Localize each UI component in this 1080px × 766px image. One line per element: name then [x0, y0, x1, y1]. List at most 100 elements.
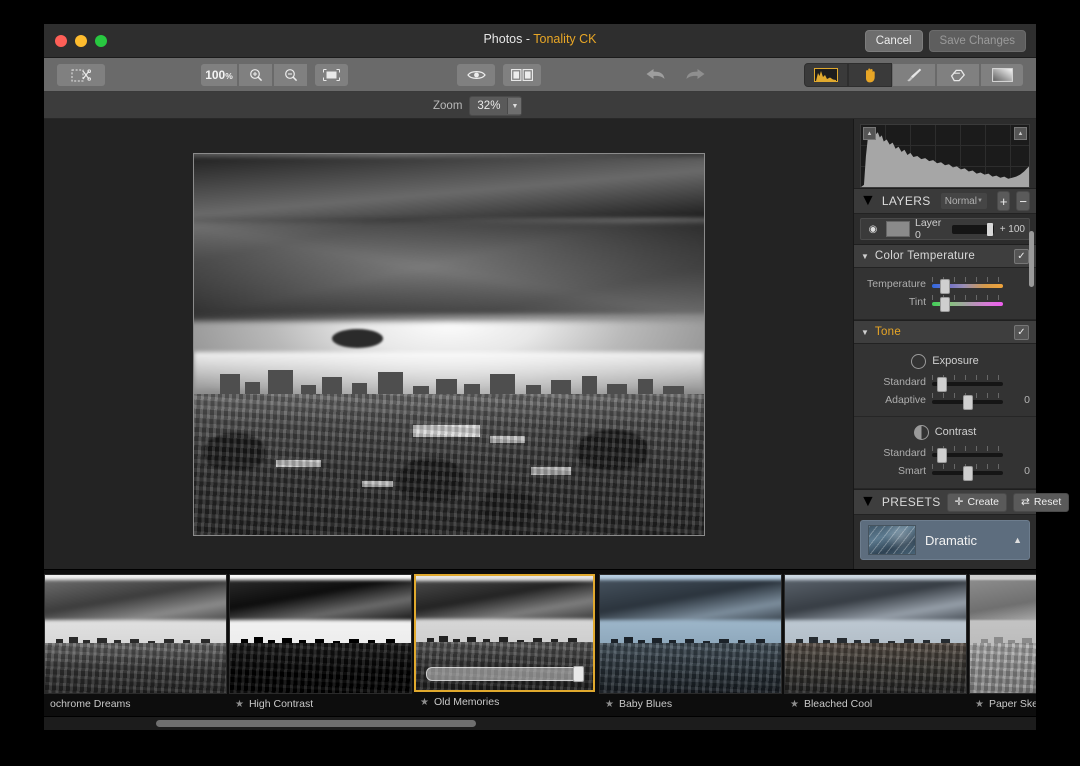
- exposure-standard-row: Standard: [854, 373, 1036, 392]
- preset-thumb-baby-blues[interactable]: ★ Baby Blues: [599, 574, 782, 714]
- contrast-standard-slider[interactable]: [932, 446, 1003, 463]
- panel-scrollbar[interactable]: [1029, 231, 1034, 287]
- edited-photo[interactable]: [193, 152, 705, 536]
- preset-thumb-old-memories[interactable]: ★ Old Memories: [414, 574, 595, 714]
- exposure-standard-slider[interactable]: [932, 375, 1003, 392]
- preset-name: Old Memories: [433, 696, 500, 708]
- chevron-down-icon: ▼: [507, 98, 522, 114]
- presets-header[interactable]: ▼ PRESETS ✛ Create ⇄ Reset: [854, 489, 1070, 515]
- preset-name: High Contrast: [248, 698, 314, 710]
- blend-mode-select[interactable]: Normal ▼: [939, 192, 988, 210]
- plus-icon: ✛: [954, 496, 964, 508]
- preview-toggle-button[interactable]: [456, 63, 496, 87]
- color-temperature-header[interactable]: ▼ Color Temperature ✓: [854, 244, 1036, 268]
- temperature-slider[interactable]: [932, 277, 1003, 294]
- filmstrip-track: ochrome Dreams ★ High Contrast ★ Old Mem…: [44, 574, 1036, 714]
- histogram-panel-button[interactable]: [804, 63, 848, 87]
- eraser-tool-button[interactable]: [936, 63, 980, 87]
- title-bar-actions: Cancel Save Changes: [864, 30, 1026, 52]
- reset-preset-button[interactable]: ⇄ Reset: [1013, 492, 1070, 512]
- zoom-in-button[interactable]: [238, 63, 273, 87]
- refresh-icon: ⇄: [1021, 496, 1030, 508]
- add-layer-button[interactable]: +: [996, 191, 1011, 211]
- preset-category-row[interactable]: Dramatic ▲: [860, 520, 1030, 560]
- preset-thumb-paper-sketch[interactable]: ★ Paper Sketch: [969, 574, 1036, 714]
- undo-button[interactable]: [635, 63, 675, 85]
- zoom-100-button[interactable]: 100%: [200, 63, 238, 87]
- tint-slider[interactable]: [932, 295, 1003, 312]
- temperature-label: Temperature: [867, 278, 926, 290]
- tone-header[interactable]: ▼ Tone ✓: [854, 320, 1036, 344]
- exposure-subheader: Exposure: [854, 351, 1036, 371]
- preset-name: Bleached Cool: [803, 698, 873, 710]
- preset-category-name: Dramatic: [925, 532, 978, 548]
- color-temperature-title: Color Temperature: [874, 250, 976, 262]
- chevron-up-icon[interactable]: ▲: [1013, 535, 1022, 545]
- cancel-button[interactable]: Cancel: [864, 30, 923, 52]
- exposure-adaptive-slider[interactable]: [932, 393, 1003, 410]
- layer-row[interactable]: ◉ Layer 0 + 100: [860, 217, 1030, 241]
- layer-opacity-slider[interactable]: [952, 222, 994, 236]
- shadow-clipping-indicator[interactable]: ▲: [863, 127, 876, 140]
- preset-thumbnail[interactable]: [44, 574, 227, 694]
- preset-thumbnail[interactable]: [414, 574, 595, 692]
- eye-icon[interactable]: ◉: [865, 224, 881, 235]
- zoom-100-suffix: %: [225, 71, 233, 81]
- exposure-adaptive-value: 0: [1024, 394, 1030, 406]
- tone-checkbox[interactable]: ✓: [1014, 324, 1029, 340]
- app-name: Photos: [483, 32, 523, 46]
- star-icon[interactable]: ★: [420, 697, 429, 708]
- image-canvas[interactable]: [44, 119, 854, 569]
- compare-view-button[interactable]: [502, 63, 542, 87]
- preset-thumb-monochrome-dreams[interactable]: ochrome Dreams: [44, 574, 227, 714]
- preset-thumbnail[interactable]: [784, 574, 967, 694]
- hand-tool-button[interactable]: [848, 63, 892, 87]
- eraser-tool-icon: [950, 69, 965, 81]
- preset-caption: ochrome Dreams: [44, 694, 225, 714]
- undo-arrow-icon: [646, 69, 664, 79]
- zoom-label: Zoom: [433, 100, 463, 112]
- zoom-level-value: 32%: [477, 100, 501, 112]
- preset-caption: ★ Bleached Cool: [784, 694, 965, 714]
- layers-title: LAYERS: [881, 194, 931, 208]
- zoom-level-select[interactable]: 32% ▼: [469, 96, 523, 116]
- crop-tool-button[interactable]: [56, 63, 106, 87]
- zoom-bar: Zoom 32% ▼: [44, 92, 1036, 119]
- highlight-clipping-indicator[interactable]: ▲: [1014, 127, 1027, 140]
- triangle-down-icon: ▼: [860, 192, 876, 209]
- tone-body: Exposure Standard Adaptive 0 Contrast St…: [854, 344, 1036, 489]
- star-icon[interactable]: ★: [790, 699, 799, 710]
- tone-title: Tone: [874, 326, 902, 338]
- preset-thumb-high-contrast[interactable]: ★ High Contrast: [229, 574, 412, 714]
- remove-layer-button[interactable]: −: [1016, 191, 1030, 211]
- gradient-tool-button[interactable]: [980, 63, 1024, 87]
- brush-tool-button[interactable]: [892, 63, 936, 87]
- contrast-smart-slider[interactable]: [932, 464, 1003, 481]
- preset-category-thumbnail: [868, 525, 916, 555]
- preset-thumb-bleached-cool[interactable]: ★ Bleached Cool: [784, 574, 967, 714]
- star-icon[interactable]: ★: [605, 699, 614, 710]
- preset-caption: ★ High Contrast: [229, 694, 410, 714]
- tint-row: Tint: [854, 293, 1036, 312]
- exposure-adaptive-label: Adaptive: [885, 394, 926, 406]
- create-preset-button[interactable]: ✛ Create: [946, 492, 1007, 512]
- preset-intensity-slider[interactable]: [426, 666, 584, 682]
- preset-thumbnail[interactable]: [969, 574, 1036, 694]
- redo-button[interactable]: [675, 63, 715, 85]
- zoom-out-button[interactable]: [273, 63, 308, 87]
- preset-thumbnail[interactable]: [599, 574, 782, 694]
- preset-thumbnail[interactable]: [229, 574, 412, 694]
- color-temperature-checkbox[interactable]: ✓: [1014, 248, 1029, 264]
- star-icon[interactable]: ★: [235, 699, 244, 710]
- histogram[interactable]: ▲ ▲: [860, 124, 1030, 188]
- editor-body: ▲ ▲ ▼ LAYERS Normal ▼ + − ◉ Layer 0 + 10…: [44, 119, 1070, 569]
- adjustments-panel: ▲ ▲ ▼ LAYERS Normal ▼ + − ◉ Layer 0 + 10…: [853, 119, 1070, 569]
- layers-header[interactable]: ▼ LAYERS Normal ▼ + −: [854, 188, 1036, 214]
- fit-to-screen-button[interactable]: [314, 63, 349, 87]
- filmstrip-scrollbar[interactable]: [44, 716, 1036, 730]
- split-compare-icon: [511, 69, 533, 81]
- star-icon[interactable]: ★: [975, 699, 984, 710]
- save-changes-button[interactable]: Save Changes: [928, 30, 1026, 52]
- document-name: Tonality CK: [533, 32, 597, 46]
- zoom-in-icon: [249, 69, 262, 82]
